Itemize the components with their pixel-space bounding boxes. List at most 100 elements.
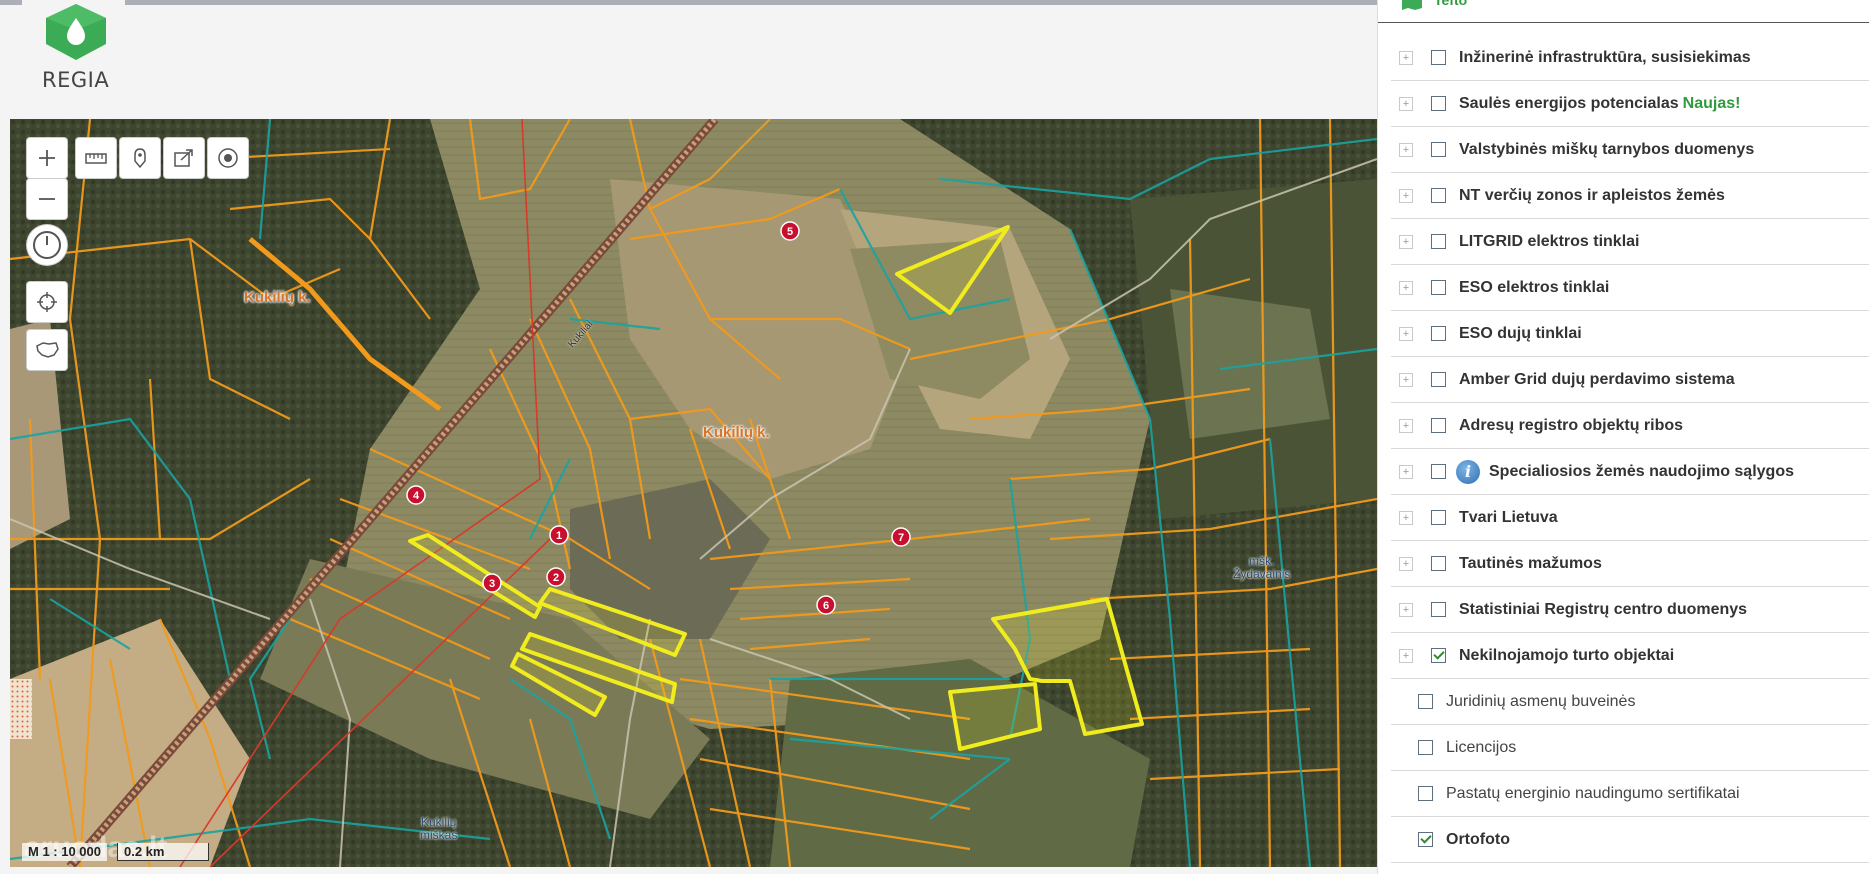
expand-icon[interactable]: + <box>1399 188 1413 203</box>
layer-checkbox[interactable] <box>1418 694 1433 709</box>
top-bar <box>125 0 1377 5</box>
layer-row[interactable]: + Amber Grid dujų perdavimo sistema <box>1391 357 1869 403</box>
layer-checkbox[interactable] <box>1431 602 1446 617</box>
country-extent-button[interactable] <box>27 330 67 370</box>
marker-button[interactable] <box>120 138 160 178</box>
layer-row[interactable]: + Statistiniai Registrų centro duomenys <box>1391 587 1869 633</box>
plus-icon <box>39 150 55 166</box>
ruler-icon <box>85 153 107 164</box>
history-button[interactable] <box>27 225 67 265</box>
info-icon[interactable]: i <box>1456 459 1480 484</box>
layer-checkbox[interactable] <box>1431 280 1446 295</box>
panel-top-item[interactable]: Tefto <box>1378 0 1869 22</box>
layer-label: Specialiosios žemės naudojimo sąlygos <box>1489 462 1794 480</box>
share-button[interactable] <box>164 138 204 178</box>
layers-panel: Tefto + Inžinerinė infrastruktūra, susisi… <box>1377 0 1869 874</box>
layer-label: Tvari Lietuva <box>1459 508 1558 526</box>
expand-icon[interactable]: + <box>1399 142 1413 157</box>
layer-checkbox[interactable] <box>1431 464 1446 479</box>
layer-label: ESO dujų tinklai <box>1459 324 1582 342</box>
layer-row[interactable]: + Saulės energijos potencialas Naujas! <box>1391 81 1869 127</box>
layer-checkbox[interactable] <box>1431 234 1446 249</box>
layer-row[interactable]: + ESO dujų tinklai <box>1391 311 1869 357</box>
layer-row[interactable]: Licencijos <box>1391 725 1869 771</box>
layer-checkbox[interactable] <box>1431 556 1446 571</box>
layer-row[interactable]: + Tvari Lietuva <box>1391 495 1869 541</box>
zoom-out-button[interactable] <box>27 179 67 219</box>
measure-button[interactable] <box>76 138 116 178</box>
crosshair-icon <box>37 292 57 312</box>
layer-row[interactable]: + Nekilnojamojo turto objektai <box>1391 633 1869 679</box>
layer-row[interactable]: Pastatų energinio naudingumo sertifikata… <box>1391 771 1869 817</box>
target-icon <box>218 148 238 168</box>
parcel-6 <box>948 682 1042 751</box>
top-bar-left <box>0 0 22 5</box>
parcel-number: 5 <box>787 226 793 238</box>
parcel-marker-7[interactable]: 7 <box>891 527 911 547</box>
layer-label: Ortofoto <box>1446 830 1510 848</box>
expand-icon[interactable]: + <box>1399 50 1413 65</box>
layer-label: NT verčių zonos ir apleistos žemės <box>1459 186 1725 204</box>
layer-checkbox[interactable] <box>1418 832 1433 847</box>
layer-label: Pastatų energinio naudingumo sertifikata… <box>1446 784 1740 802</box>
expand-icon[interactable]: + <box>1399 510 1413 525</box>
layer-label: Nekilnojamojo turto objektai <box>1459 646 1675 664</box>
layer-label: Statistiniai Registrų centro duomenys <box>1459 600 1748 618</box>
layer-checkbox[interactable] <box>1418 786 1433 801</box>
layer-row[interactable]: + Adresų registro objektų ribos <box>1391 403 1869 449</box>
expand-icon[interactable]: + <box>1399 372 1413 387</box>
layer-checkbox[interactable] <box>1431 326 1446 341</box>
parcel-marker-1[interactable]: 1 <box>549 525 569 545</box>
expand-icon[interactable]: + <box>1399 418 1413 433</box>
layer-label: Juridinių asmenų buveinės <box>1446 692 1636 710</box>
layer-row[interactable]: + ESO elektros tinklai <box>1391 265 1869 311</box>
logo-text: REGIA <box>42 68 110 92</box>
layer-checkbox[interactable] <box>1431 510 1446 525</box>
label-line: mšk. <box>1249 554 1275 568</box>
layer-label: Licencijos <box>1446 738 1517 756</box>
expand-icon[interactable]: + <box>1399 556 1413 571</box>
parcel-marker-5[interactable]: 5 <box>780 221 800 241</box>
expand-icon[interactable]: + <box>1399 648 1413 663</box>
parcel-number: 1 <box>556 530 562 542</box>
layer-label: Valstybinės miškų tarnybos duomenys <box>1459 140 1755 158</box>
layer-row[interactable]: + Tautinės mažumos <box>1391 541 1869 587</box>
crosshair-button[interactable] <box>27 282 67 322</box>
expand-icon[interactable]: + <box>1399 326 1413 341</box>
parcel-marker-2[interactable]: 2 <box>546 567 566 587</box>
layer-checkbox[interactable] <box>1431 142 1446 157</box>
layer-checkbox[interactable] <box>1418 740 1433 755</box>
layer-label: Saulės energijos potencialas <box>1459 94 1679 112</box>
expand-icon[interactable]: + <box>1399 280 1413 295</box>
parcel-marker-3[interactable]: 3 <box>482 573 502 593</box>
expand-icon[interactable]: + <box>1399 234 1413 249</box>
expand-icon[interactable]: + <box>1399 96 1413 111</box>
layer-checkbox[interactable] <box>1431 372 1446 387</box>
parcel-number: 4 <box>413 490 420 502</box>
layer-checkbox[interactable] <box>1431 418 1446 433</box>
layer-row[interactable]: + LITGRID elektros tinklai <box>1391 219 1869 265</box>
layer-label: ESO elektros tinklai <box>1459 278 1610 296</box>
parcel-marker-4[interactable]: 4 <box>406 485 426 505</box>
layer-label: Amber Grid dujų perdavimo sistema <box>1459 370 1735 388</box>
layer-row[interactable]: + NT verčių zonos ir apleistos žemės <box>1391 173 1869 219</box>
layer-checkbox[interactable] <box>1431 50 1446 65</box>
layer-row[interactable]: + i Specialiosios žemės naudojimo sąlygos <box>1391 449 1869 495</box>
zoom-in-button[interactable] <box>27 138 67 178</box>
layer-checkbox[interactable] <box>1431 188 1446 203</box>
layer-row[interactable]: Juridinių asmenų buveinės <box>1391 679 1869 725</box>
layer-label: Tautinės mažumos <box>1459 554 1602 572</box>
layer-checkbox[interactable] <box>1431 96 1446 111</box>
layer-row[interactable]: + Inžinerinė infrastruktūra, susisiekimas <box>1391 35 1869 81</box>
layer-row[interactable]: Ortofoto <box>1391 817 1869 863</box>
minus-icon <box>39 198 55 200</box>
parcel-marker-6[interactable]: 6 <box>816 595 836 615</box>
expand-icon[interactable]: + <box>1399 464 1413 479</box>
expand-icon[interactable]: + <box>1399 602 1413 617</box>
map-view[interactable]: 1 2 3 4 5 6 7 Kukilių k. Kukilių k. mšk. Žydav… <box>10 119 1377 867</box>
layer-row[interactable]: + Valstybinės miškų tarnybos duomenys <box>1391 127 1869 173</box>
parcel-number: 2 <box>553 572 559 584</box>
layer-checkbox[interactable] <box>1431 648 1446 663</box>
location-button[interactable] <box>208 138 248 178</box>
parcels-layer: 1 2 3 4 5 6 7 <box>406 221 1144 751</box>
